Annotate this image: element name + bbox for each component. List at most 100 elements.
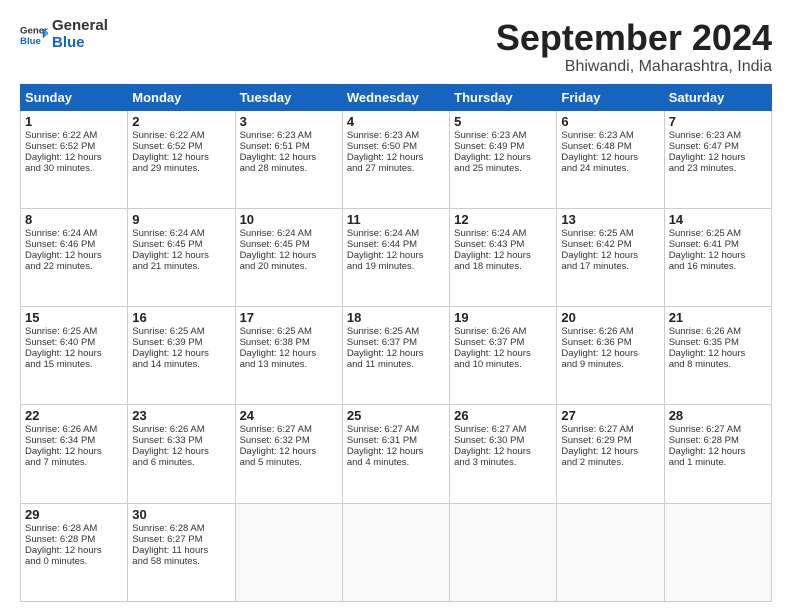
day-info-line: and 3 minutes. — [454, 457, 552, 468]
day-info-line: Sunset: 6:36 PM — [561, 337, 659, 348]
day-number: 5 — [454, 114, 552, 129]
calendar-week-row: 1Sunrise: 6:22 AMSunset: 6:52 PMDaylight… — [21, 110, 772, 208]
day-info-line: and 20 minutes. — [240, 261, 338, 272]
calendar-cell: 14Sunrise: 6:25 AMSunset: 6:41 PMDayligh… — [664, 208, 771, 306]
page: General Blue General Blue September 2024… — [0, 0, 792, 612]
day-info-line: Sunset: 6:45 PM — [132, 239, 230, 250]
calendar-cell: 13Sunrise: 6:25 AMSunset: 6:42 PMDayligh… — [557, 208, 664, 306]
weekday-header: Friday — [557, 84, 664, 110]
day-info-line: and 16 minutes. — [669, 261, 767, 272]
day-info-line: Daylight: 12 hours — [454, 250, 552, 261]
day-info-line: and 30 minutes. — [25, 163, 123, 174]
calendar-cell: 15Sunrise: 6:25 AMSunset: 6:40 PMDayligh… — [21, 307, 128, 405]
calendar-cell: 2Sunrise: 6:22 AMSunset: 6:52 PMDaylight… — [128, 110, 235, 208]
day-number: 25 — [347, 408, 445, 423]
day-info-line: and 17 minutes. — [561, 261, 659, 272]
day-info-line: Sunrise: 6:26 AM — [454, 326, 552, 337]
day-info-line: Sunrise: 6:24 AM — [132, 228, 230, 239]
day-info-line: Sunrise: 6:23 AM — [669, 130, 767, 141]
calendar-cell: 25Sunrise: 6:27 AMSunset: 6:31 PMDayligh… — [342, 405, 449, 503]
calendar-cell: 21Sunrise: 6:26 AMSunset: 6:35 PMDayligh… — [664, 307, 771, 405]
day-info-line: Daylight: 12 hours — [132, 152, 230, 163]
calendar-cell: 11Sunrise: 6:24 AMSunset: 6:44 PMDayligh… — [342, 208, 449, 306]
day-info-line: and 5 minutes. — [240, 457, 338, 468]
day-number: 15 — [25, 310, 123, 325]
day-number: 27 — [561, 408, 659, 423]
calendar-cell: 5Sunrise: 6:23 AMSunset: 6:49 PMDaylight… — [450, 110, 557, 208]
weekday-header: Tuesday — [235, 84, 342, 110]
day-info-line: and 10 minutes. — [454, 359, 552, 370]
day-info-line: Daylight: 12 hours — [561, 152, 659, 163]
day-info-line: Daylight: 12 hours — [25, 348, 123, 359]
day-info-line: Daylight: 12 hours — [240, 446, 338, 457]
weekday-header: Wednesday — [342, 84, 449, 110]
day-info-line: Sunset: 6:52 PM — [132, 141, 230, 152]
day-info-line: and 23 minutes. — [669, 163, 767, 174]
day-number: 20 — [561, 310, 659, 325]
day-info-line: and 6 minutes. — [132, 457, 230, 468]
day-info-line: Sunrise: 6:22 AM — [132, 130, 230, 141]
day-number: 30 — [132, 507, 230, 522]
day-info-line: Daylight: 12 hours — [25, 446, 123, 457]
calendar-cell: 24Sunrise: 6:27 AMSunset: 6:32 PMDayligh… — [235, 405, 342, 503]
calendar-header-row: SundayMondayTuesdayWednesdayThursdayFrid… — [21, 84, 772, 110]
calendar-cell: 20Sunrise: 6:26 AMSunset: 6:36 PMDayligh… — [557, 307, 664, 405]
day-info-line: Sunrise: 6:23 AM — [561, 130, 659, 141]
calendar-cell: 4Sunrise: 6:23 AMSunset: 6:50 PMDaylight… — [342, 110, 449, 208]
day-info-line: and 29 minutes. — [132, 163, 230, 174]
calendar-cell: 12Sunrise: 6:24 AMSunset: 6:43 PMDayligh… — [450, 208, 557, 306]
day-info-line: Sunrise: 6:25 AM — [669, 228, 767, 239]
day-info-line: Sunset: 6:49 PM — [454, 141, 552, 152]
day-info-line: Daylight: 12 hours — [347, 250, 445, 261]
day-info-line: Sunset: 6:43 PM — [454, 239, 552, 250]
day-number: 17 — [240, 310, 338, 325]
day-info-line: Daylight: 12 hours — [347, 152, 445, 163]
day-info-line: Sunset: 6:37 PM — [347, 337, 445, 348]
day-number: 7 — [669, 114, 767, 129]
day-info-line: and 19 minutes. — [347, 261, 445, 272]
calendar-cell: 17Sunrise: 6:25 AMSunset: 6:38 PMDayligh… — [235, 307, 342, 405]
day-info-line: Sunrise: 6:27 AM — [669, 424, 767, 435]
day-info-line: Daylight: 12 hours — [25, 545, 123, 556]
day-info-line: Sunset: 6:48 PM — [561, 141, 659, 152]
day-info-line: Daylight: 12 hours — [347, 348, 445, 359]
calendar-cell: 23Sunrise: 6:26 AMSunset: 6:33 PMDayligh… — [128, 405, 235, 503]
day-info-line: and 18 minutes. — [454, 261, 552, 272]
day-info-line: Sunrise: 6:27 AM — [561, 424, 659, 435]
day-number: 26 — [454, 408, 552, 423]
logo-blue: Blue — [52, 35, 108, 52]
day-info-line: Sunset: 6:41 PM — [669, 239, 767, 250]
calendar-cell — [450, 503, 557, 601]
day-info-line: Daylight: 12 hours — [561, 348, 659, 359]
day-info-line: Daylight: 12 hours — [240, 250, 338, 261]
day-number: 10 — [240, 212, 338, 227]
day-info-line: Daylight: 12 hours — [669, 152, 767, 163]
day-info-line: Sunrise: 6:25 AM — [25, 326, 123, 337]
weekday-header: Monday — [128, 84, 235, 110]
day-info-line: Daylight: 12 hours — [561, 250, 659, 261]
day-info-line: Sunset: 6:31 PM — [347, 435, 445, 446]
day-info-line: Sunrise: 6:26 AM — [132, 424, 230, 435]
day-info-line: and 25 minutes. — [454, 163, 552, 174]
day-info-line: and 13 minutes. — [240, 359, 338, 370]
day-info-line: and 28 minutes. — [240, 163, 338, 174]
day-info-line: Daylight: 12 hours — [25, 250, 123, 261]
day-info-line: Sunset: 6:44 PM — [347, 239, 445, 250]
calendar-cell: 28Sunrise: 6:27 AMSunset: 6:28 PMDayligh… — [664, 405, 771, 503]
day-info-line: Daylight: 12 hours — [132, 348, 230, 359]
day-info-line: and 27 minutes. — [347, 163, 445, 174]
day-number: 1 — [25, 114, 123, 129]
day-info-line: Sunrise: 6:28 AM — [25, 523, 123, 534]
day-info-line: and 2 minutes. — [561, 457, 659, 468]
day-number: 24 — [240, 408, 338, 423]
day-info-line: Sunset: 6:32 PM — [240, 435, 338, 446]
day-info-line: Sunrise: 6:24 AM — [240, 228, 338, 239]
day-number: 4 — [347, 114, 445, 129]
calendar-cell: 26Sunrise: 6:27 AMSunset: 6:30 PMDayligh… — [450, 405, 557, 503]
calendar-cell: 19Sunrise: 6:26 AMSunset: 6:37 PMDayligh… — [450, 307, 557, 405]
day-info-line: Sunrise: 6:25 AM — [561, 228, 659, 239]
day-number: 19 — [454, 310, 552, 325]
day-info-line: and 21 minutes. — [132, 261, 230, 272]
day-info-line: Daylight: 12 hours — [454, 348, 552, 359]
day-info-line: Sunset: 6:52 PM — [25, 141, 123, 152]
